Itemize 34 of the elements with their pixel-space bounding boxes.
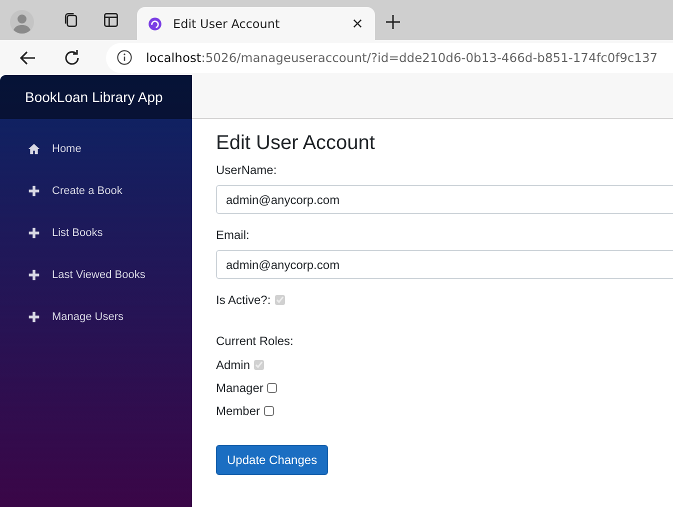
nav-link[interactable]: Create a Book: [0, 170, 192, 212]
field-label: Is Active?:: [216, 293, 271, 307]
role-label: Member: [216, 404, 260, 418]
nav-link[interactable]: Last Viewed Books: [0, 254, 192, 296]
browser-tab[interactable]: Edit User Account: [137, 7, 375, 40]
role-label: Manager: [216, 381, 264, 395]
address-field[interactable]: localhost:5026/manageuseraccount/?id=dde210d6-0b13-466d-b851-174fc0f9c137: [106, 42, 673, 72]
app-title[interactable]: BookLoan Library App: [0, 75, 192, 119]
plus-icon: [28, 185, 40, 197]
tab-title: Edit User Account: [173, 16, 281, 30]
update-button[interactable]: Update Changes: [216, 445, 328, 475]
collections-icon[interactable]: [62, 11, 80, 29]
nav-link[interactable]: List Books: [0, 212, 192, 254]
field-label: Email:: [216, 228, 250, 242]
plus-icon: [28, 311, 40, 323]
page-title: Edit User Account: [216, 132, 376, 155]
swirl-icon: [147, 16, 163, 32]
checkbox[interactable]: [264, 406, 274, 416]
input-field[interactable]: admin@anycorp.com: [216, 185, 673, 214]
plus-icon: [28, 269, 40, 281]
role-label: Admin: [216, 358, 250, 372]
info-icon: [116, 49, 133, 66]
tab-actions-icon[interactable]: [102, 11, 120, 29]
field-label: Current Roles:: [216, 334, 294, 348]
close-icon[interactable]: [352, 18, 363, 29]
refresh-icon[interactable]: [62, 48, 82, 68]
checkbox[interactable]: [267, 383, 278, 393]
input-field[interactable]: admin@anycorp.com: [216, 250, 673, 279]
nav-link[interactable]: Home: [0, 128, 192, 170]
field-label: UserName:: [216, 163, 278, 177]
new-tab-icon[interactable]: [385, 14, 401, 30]
plus-icon: [28, 227, 40, 239]
nav-link[interactable]: Manage Users: [0, 296, 192, 338]
home-icon: [28, 143, 40, 155]
